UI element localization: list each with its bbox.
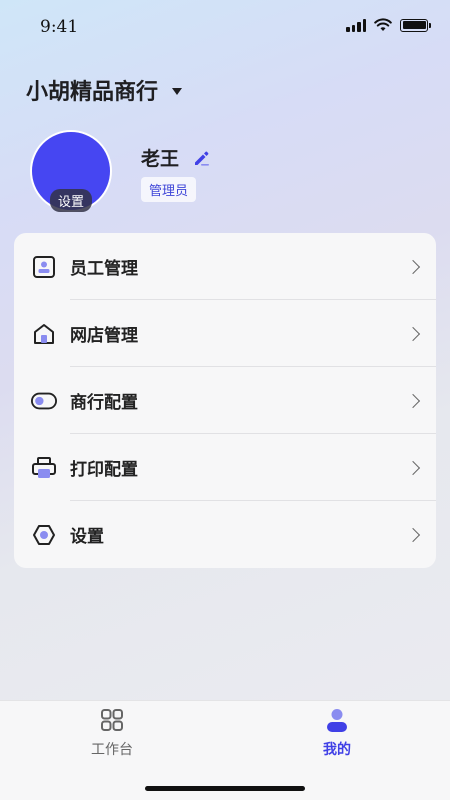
tab-mine[interactable]: 我的 [277, 707, 397, 759]
battery-icon [400, 18, 431, 32]
shop-selector[interactable]: 小胡精品商行 [26, 74, 183, 106]
menu-item-label: 打印配置 [70, 460, 138, 480]
menu-item-print-config[interactable]: 打印配置 [14, 434, 436, 501]
employee-card-icon [31, 254, 57, 280]
toggle-icon [31, 388, 57, 414]
tab-workbench[interactable]: 工作台 [52, 707, 172, 759]
menu-item-label: 设置 [70, 527, 104, 547]
status-bar: 9:41 [0, 0, 450, 56]
menu-item-label: 网店管理 [70, 326, 138, 346]
cellular-signal-icon [346, 18, 366, 32]
tab-label: 我的 [323, 742, 351, 758]
menu-item-employee[interactable]: 员工管理 [14, 233, 436, 300]
menu-item-shop-config[interactable]: 商行配置 [14, 367, 436, 434]
chevron-right-icon [405, 393, 421, 408]
grid-icon [101, 709, 123, 731]
role-badge: 管理员 [141, 177, 197, 202]
menu-item-settings[interactable]: 设置 [14, 501, 436, 568]
status-time: 9:41 [40, 17, 79, 37]
edit-pencil-icon[interactable] [191, 148, 211, 168]
tab-bar: 工作台 我的 [0, 700, 450, 800]
avatar-settings-badge: 设置 [49, 189, 93, 212]
hexagon-settings-icon [31, 522, 57, 548]
user-name: 老王 [141, 148, 180, 170]
store-icon [31, 321, 57, 347]
chevron-right-icon [405, 326, 421, 341]
printer-icon [31, 455, 57, 481]
caret-down-icon [172, 87, 183, 95]
wifi-icon [374, 18, 392, 31]
chevron-right-icon [405, 460, 421, 475]
shop-name: 小胡精品商行 [26, 80, 159, 105]
user-name-row: 老王 [141, 144, 211, 171]
avatar[interactable]: 设置 [30, 130, 112, 212]
home-indicator [145, 786, 305, 791]
menu-item-label: 员工管理 [70, 259, 138, 279]
tab-label: 工作台 [91, 742, 133, 758]
menu-card: 员工管理 网店管理 商行配置 打印配置 设置 [14, 233, 436, 568]
menu-item-store[interactable]: 网店管理 [14, 300, 436, 367]
chevron-right-icon [405, 527, 421, 542]
status-icons [346, 18, 431, 32]
user-icon [327, 709, 347, 732]
menu-item-label: 商行配置 [70, 393, 138, 413]
chevron-right-icon [405, 259, 421, 274]
